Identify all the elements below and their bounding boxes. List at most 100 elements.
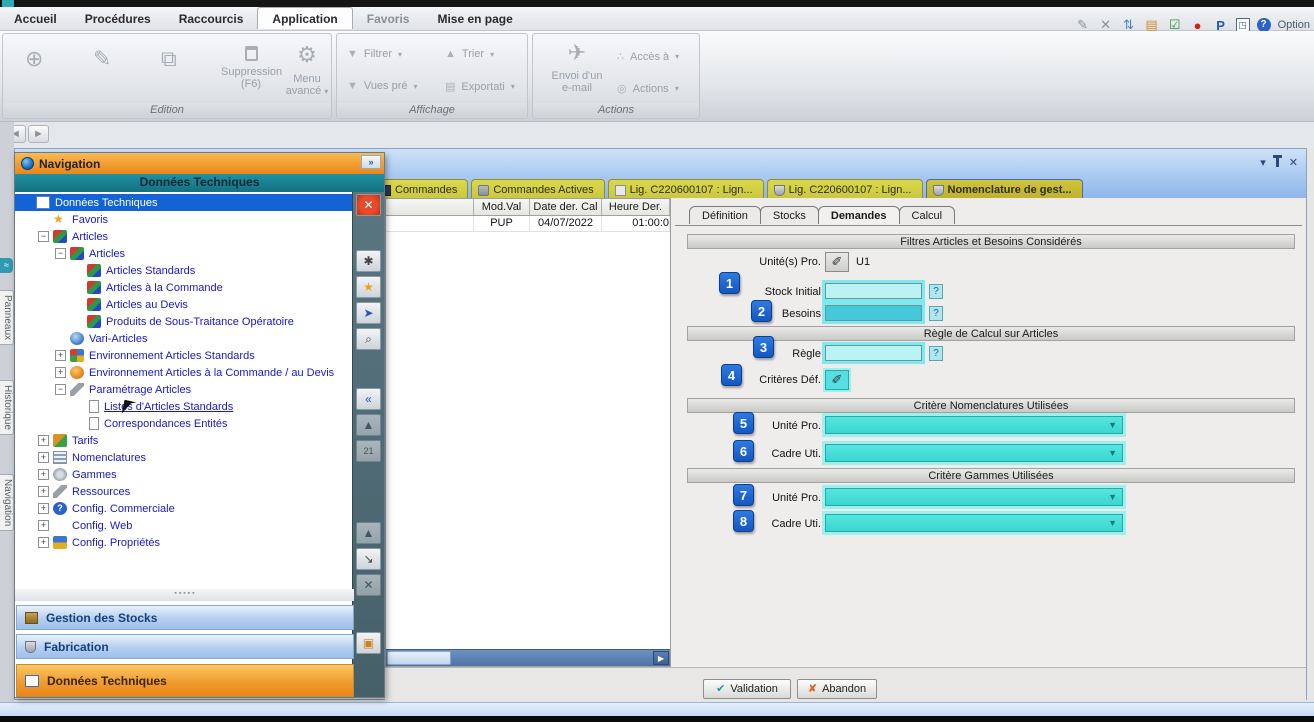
expand-icon[interactable]: + [38,452,49,463]
regle-input[interactable] [825,345,922,361]
collapse-icon[interactable]: − [55,248,66,259]
sort-button[interactable]: ▲Trier▾ [445,48,494,60]
advanced-menu-button[interactable]: ⚙ Menuavancé ▾ [285,42,329,98]
expand-icon[interactable]: + [38,469,49,480]
close-icon[interactable]: ✕ [356,194,381,216]
ribbon-tab-application[interactable]: Application [257,7,352,29]
ribbon-tab-procédures[interactable]: Procédures [71,8,165,29]
form-tab-demandes[interactable]: Demandes [818,206,900,224]
expand-panel-button[interactable]: » [361,155,381,169]
expand-icon[interactable]: + [38,537,49,548]
delete-button[interactable]: Suppression(F6) [221,42,281,90]
access-to-button[interactable]: ∴Accès à▾ [617,50,679,63]
send-email-button[interactable]: ✈ Envoi d'une-mail [545,40,609,94]
side-tab-navigation[interactable]: Navigation [0,474,14,531]
regle-help-button[interactable]: ? [929,346,943,361]
help-icon[interactable]: ? [1257,18,1271,32]
form-tab-calcul[interactable]: Calcul [899,206,956,224]
tree-item[interactable]: −Articles [15,245,354,262]
tree-item[interactable]: −Articles [15,228,354,245]
form-tab-définition[interactable]: Définition [689,206,761,224]
search-icon[interactable]: ⌕ [356,328,381,350]
side-tab-historique[interactable]: Historique [0,380,14,435]
expand-icon[interactable]: + [38,503,49,514]
validation-button[interactable]: ✔Validation [703,679,791,699]
tree-item[interactable]: +Gammes [15,466,354,483]
lock-icon[interactable]: ▣ [356,632,381,654]
preset-views-button[interactable]: ▼Vues pré▾ [347,80,418,92]
horizontal-scrollbar[interactable]: ▶ [386,649,670,666]
copy-icon[interactable]: ⧉ [161,46,177,72]
gam-cadre-select[interactable]: ▼ [825,514,1123,532]
scrollbar-thumb[interactable] [387,651,451,665]
pointer-icon[interactable]: ➤ [356,302,381,324]
collapse-icon[interactable]: − [38,231,49,242]
stock-initial-help-button[interactable]: ? [929,284,943,299]
document-tab[interactable]: Nomenclature de gest... [926,179,1083,198]
tree-item[interactable]: +Config. Web [15,517,354,534]
export-button[interactable]: ▤Exportati▾ [445,80,515,93]
stock-initial-input[interactable] [825,283,922,299]
filter-button[interactable]: ▼Filtrer▾ [347,48,402,60]
move-up-icon[interactable]: ▲ [356,414,381,436]
option-label[interactable]: Option [1278,19,1310,31]
nom-cadre-select[interactable]: ▼ [825,444,1123,462]
forward-button[interactable]: ► [28,125,49,143]
tree-item[interactable]: +Nomenclatures [15,449,354,466]
module-bar-gestion-des-stocks[interactable]: Gestion des Stocks [16,605,354,630]
module-bar-fabrication[interactable]: Fabrication [16,634,354,659]
document-tab[interactable]: Commandes [373,179,468,198]
collapse-icon[interactable]: − [55,384,66,395]
tree-item[interactable]: −Paramétrage Articles [15,381,354,398]
criteres-def-picker-button[interactable]: ✐ [825,370,849,390]
tree-item[interactable]: Listes d'Articles Standards [15,398,354,415]
column-header[interactable] [386,199,474,215]
expand-icon[interactable]: + [38,520,49,531]
scrollbar-right-arrow[interactable]: ▶ [653,651,669,665]
pin-icon[interactable] [1276,158,1279,167]
tree-item[interactable]: Articles Standards [15,262,354,279]
side-tab-panneaux[interactable]: Panneaux [0,290,14,345]
pane-menu-icon[interactable]: ▾ [1260,156,1266,169]
new-window-icon[interactable]: ◳ [1236,18,1250,32]
ribbon-tab-accueil[interactable]: Accueil [0,8,71,29]
settings-icon[interactable]: ✱ [356,250,381,272]
document-tab[interactable]: Lig. C220600107 : Lign... [608,179,764,198]
tree-item[interactable]: Correspondances Entités [15,415,354,432]
column-header[interactable]: Heure Der. [602,199,670,215]
collapsed-panel-icon[interactable]: ≈ [0,258,13,273]
tree-item[interactable]: +?Config. Commerciale [15,500,354,517]
move-up-2-icon[interactable]: ▲ [356,522,381,544]
table-row[interactable]: PUP04/07/202201:00:0 [386,216,670,232]
unites-pro-picker-button[interactable]: ✐ [825,252,849,272]
tree-item[interactable]: Articles à la Commande [15,279,354,296]
tree-item[interactable]: Articles au Devis [15,296,354,313]
favorites-icon[interactable]: ★ [356,276,381,298]
tree-item[interactable]: +Environnement Articles à la Commande / … [15,364,354,381]
form-tab-stocks[interactable]: Stocks [760,206,819,224]
add-icon[interactable]: ⊕ [25,46,43,72]
edit-icon[interactable]: ✎ [93,46,111,72]
tree-item[interactable]: Produits de Sous-Traitance Opératoire [15,313,354,330]
module-bar-données-techniques[interactable]: Données Techniques [16,664,354,697]
gam-unite-select[interactable]: ▼ [825,488,1123,506]
delete-icon[interactable]: ✕ [356,574,381,596]
collapse-all-icon[interactable]: « [356,388,381,410]
actions-button[interactable]: ◎Actions▾ [617,82,679,95]
document-tab[interactable]: Lig. C220600107 : Lign... [767,179,923,198]
expand-icon[interactable]: + [38,435,49,446]
ribbon-tab-raccourcis[interactable]: Raccourcis [165,8,258,29]
besoins-help-button[interactable]: ? [929,306,943,321]
grid-body[interactable]: PUP04/07/202201:00:0 [386,216,670,232]
panel-splitter[interactable]: ▪ ▪ ▪ ▪ ▪ [15,589,354,601]
besoins-input[interactable] [825,305,922,321]
nom-unite-select[interactable]: ▼ [825,416,1123,434]
document-tab[interactable]: Commandes Actives [471,179,604,198]
expand-icon[interactable]: + [55,350,66,361]
column-header[interactable]: Mod.Val [474,199,530,215]
assign-icon[interactable]: ↘ [356,548,381,570]
ribbon-tab-mise-en-page[interactable]: Mise en page [423,8,526,29]
tree-item[interactable]: +Ressources [15,483,354,500]
tree-item[interactable]: +Config. Propriétés [15,534,354,551]
planning-21-icon[interactable]: 21 [356,440,381,462]
